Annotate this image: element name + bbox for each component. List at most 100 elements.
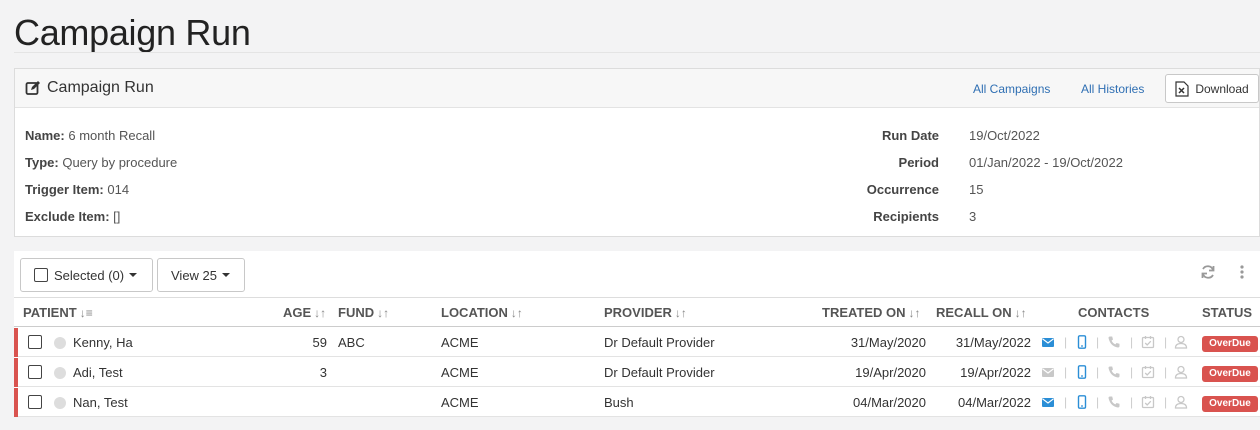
- refresh-icon[interactable]: [1200, 264, 1216, 280]
- recall-on-cell: 04/Mar/2022: [958, 395, 1031, 410]
- contact-separator: |: [1096, 395, 1100, 409]
- row-checkbox[interactable]: [28, 395, 42, 409]
- table-row[interactable]: Kenny, Ha 59 ABC ACME Dr Default Provider 31/…: [14, 328, 1260, 357]
- user-icon[interactable]: [1174, 365, 1188, 379]
- email-icon[interactable]: [1041, 335, 1055, 349]
- treated-on-cell: 19/Apr/2020: [855, 365, 926, 380]
- mobile-icon[interactable]: [1075, 365, 1089, 379]
- panel-title: Campaign Run: [25, 79, 154, 97]
- treated-on-cell: 04/Mar/2020: [853, 395, 926, 410]
- col-contacts: CONTACTS: [1078, 305, 1150, 320]
- col-label: PROVIDER: [604, 305, 672, 320]
- info-value: 014: [107, 182, 130, 197]
- chevron-down-icon: [222, 273, 231, 277]
- edit-icon: [25, 81, 40, 95]
- col-age[interactable]: AGE ↓↑: [283, 305, 326, 320]
- phone-icon[interactable]: [1107, 395, 1121, 409]
- status-badge: OverDue: [1202, 396, 1258, 412]
- email-icon[interactable]: [1041, 395, 1055, 409]
- sort-asc-icon: ↓≡: [79, 306, 93, 320]
- col-recall-on[interactable]: RECALL ON ↓↑: [936, 305, 1027, 320]
- age-cell: 59: [312, 335, 327, 350]
- info-label: Trigger Item:: [25, 182, 104, 197]
- contact-separator: |: [1064, 335, 1068, 349]
- chevron-down-icon: [129, 273, 138, 277]
- row-checkbox[interactable]: [28, 335, 42, 349]
- status-dot: [54, 397, 66, 409]
- info-name: Name: 6 month Recall: [25, 128, 155, 143]
- panel-header: Campaign Run All Campaigns All Histories…: [15, 69, 1259, 108]
- col-label: RECALL ON: [936, 305, 1012, 320]
- recipients-list-panel: Selected (0) View 25 PATIENT ↓≡ AGE ↓↑ FUN…: [14, 251, 1260, 417]
- contact-separator: |: [1164, 365, 1168, 379]
- calendar-check-icon[interactable]: [1141, 335, 1155, 349]
- calendar-check-icon[interactable]: [1141, 395, 1155, 409]
- col-label: LOCATION: [441, 305, 508, 320]
- col-patient[interactable]: PATIENT ↓≡: [23, 305, 93, 320]
- location-cell: ACME: [441, 395, 479, 410]
- table-row[interactable]: Adi, Test 3 ACME Dr Default Provider 19/Apr/…: [14, 358, 1260, 387]
- contact-separator: |: [1130, 395, 1134, 409]
- user-icon[interactable]: [1174, 395, 1188, 409]
- info-value: 6 month Recall: [68, 128, 156, 143]
- user-icon[interactable]: [1174, 335, 1188, 349]
- info-value: Query by procedure: [62, 155, 178, 170]
- recall-on-cell: 19/Apr/2022: [960, 365, 1031, 380]
- selected-dropdown-button[interactable]: Selected (0): [20, 258, 153, 292]
- row-checkbox[interactable]: [28, 365, 42, 379]
- all-histories-link[interactable]: All Histories: [1081, 82, 1144, 96]
- recall-on-cell: 31/May/2022: [955, 335, 1031, 350]
- info-label: Name:: [25, 128, 65, 143]
- view-count-dropdown[interactable]: View 25: [157, 258, 245, 292]
- mobile-icon[interactable]: [1075, 335, 1089, 349]
- info-trigger-item: Trigger Item: 014: [25, 182, 129, 197]
- status-dot: [54, 367, 66, 379]
- patient-name[interactable]: Adi, Test: [73, 365, 123, 380]
- contact-separator: |: [1164, 335, 1168, 349]
- fund-cell: ABC: [338, 335, 365, 350]
- occurrence-value: 15: [969, 182, 984, 197]
- col-label: AGE: [283, 305, 312, 320]
- overdue-flag: [14, 358, 18, 387]
- calendar-check-icon[interactable]: [1141, 365, 1155, 379]
- status-badge: OverDue: [1202, 336, 1258, 352]
- treated-on-cell: 31/May/2020: [850, 335, 926, 350]
- status-badge: OverDue: [1202, 366, 1258, 382]
- info-exclude-item: Exclude Item: []: [25, 209, 120, 224]
- col-provider[interactable]: PROVIDER ↓↑: [604, 305, 687, 320]
- contact-separator: |: [1130, 365, 1134, 379]
- info-label: Type:: [25, 155, 59, 170]
- contact-separator: |: [1130, 335, 1134, 349]
- mobile-icon[interactable]: [1075, 395, 1089, 409]
- info-label: Exclude Item:: [25, 209, 110, 224]
- recipients-label: Recipients: [873, 209, 939, 224]
- col-treated-on[interactable]: TREATED ON ↓↑: [822, 305, 921, 320]
- phone-icon[interactable]: [1107, 335, 1121, 349]
- contact-separator: |: [1164, 395, 1168, 409]
- col-label: TREATED ON: [822, 305, 906, 320]
- col-label: PATIENT: [23, 305, 77, 320]
- contact-separator: |: [1096, 365, 1100, 379]
- col-fund[interactable]: FUND ↓↑: [338, 305, 389, 320]
- overdue-flag: [14, 388, 18, 417]
- provider-cell: Dr Default Provider: [604, 365, 715, 380]
- all-campaigns-link[interactable]: All Campaigns: [973, 82, 1050, 96]
- run-date-value: 19/Oct/2022: [969, 128, 1040, 143]
- col-label: FUND: [338, 305, 375, 320]
- view-label: View 25: [171, 267, 218, 283]
- email-icon[interactable]: [1041, 365, 1055, 379]
- download-button[interactable]: Download: [1165, 74, 1259, 103]
- table-row[interactable]: Nan, Test ACME Bush 04/Mar/2020 04/Mar/2022 |…: [14, 388, 1260, 417]
- patient-name[interactable]: Nan, Test: [73, 395, 128, 410]
- selected-label: Selected (0): [54, 267, 125, 283]
- patient-name[interactable]: Kenny, Ha: [73, 335, 133, 350]
- sort-icon: ↓↑: [908, 306, 921, 320]
- overdue-flag: [14, 328, 18, 357]
- col-location[interactable]: LOCATION ↓↑: [441, 305, 523, 320]
- run-date-label: Run Date: [881, 128, 939, 143]
- excel-icon: [1175, 80, 1189, 97]
- kebab-menu-icon[interactable]: [1234, 264, 1250, 280]
- select-all-checkbox[interactable]: [34, 268, 48, 282]
- phone-icon[interactable]: [1107, 365, 1121, 379]
- title-divider: [14, 52, 1260, 53]
